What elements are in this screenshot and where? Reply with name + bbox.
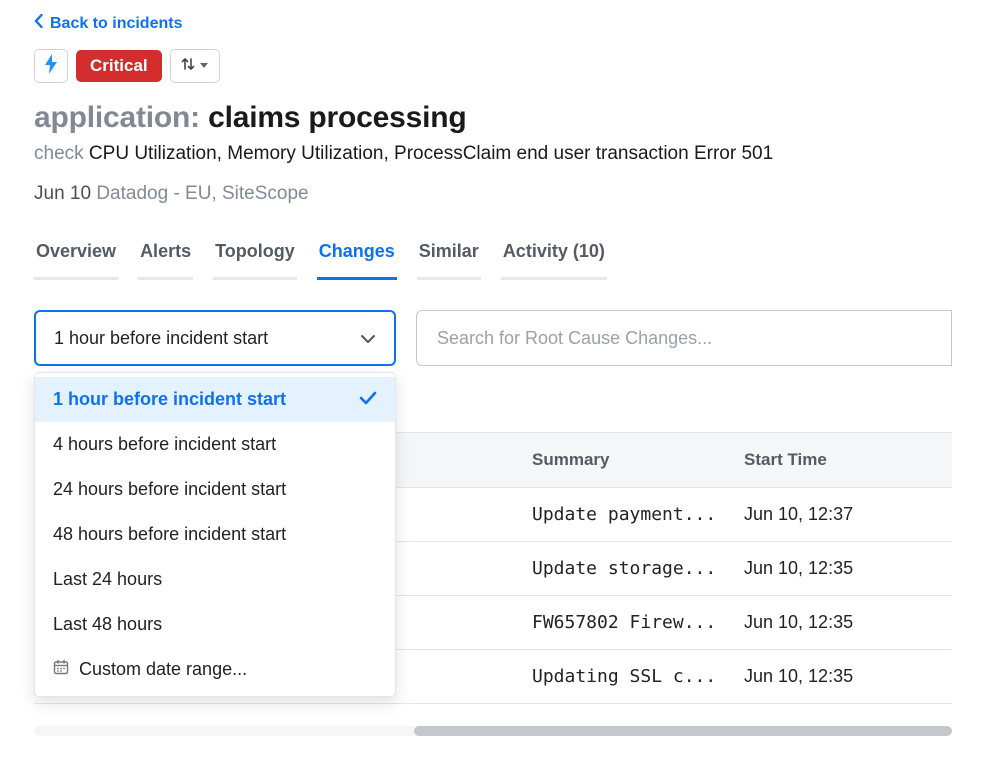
bolt-icon	[43, 54, 59, 79]
option-label: 48 hours before incident start	[53, 524, 286, 545]
sort-button[interactable]	[170, 49, 220, 83]
incident-type-button[interactable]	[34, 49, 68, 83]
tab-bar: Overview Alerts Topology Changes Similar…	[34, 233, 952, 280]
back-link-label: Back to incidents	[50, 15, 182, 33]
time-option-48h-before[interactable]: 48 hours before incident start	[35, 512, 395, 557]
check-icon	[359, 389, 377, 410]
option-label: 24 hours before incident start	[53, 479, 286, 500]
time-option-4h-before[interactable]: 4 hours before incident start	[35, 422, 395, 467]
caret-down-icon	[199, 57, 209, 75]
title-prefix: application:	[34, 101, 200, 134]
option-label: Last 48 hours	[53, 614, 162, 635]
time-option-24h-before[interactable]: 24 hours before incident start	[35, 467, 395, 512]
subtitle-prefix: check	[34, 143, 84, 164]
option-label: Last 24 hours	[53, 569, 162, 590]
back-to-incidents-link[interactable]: Back to incidents	[34, 10, 182, 43]
row-summary-cell: Updating SSL c...	[532, 666, 744, 687]
row-time-cell: Jun 10, 12:35	[744, 666, 952, 687]
sort-arrows-icon	[181, 57, 195, 76]
chevron-down-icon	[360, 328, 376, 349]
priority-badge: Critical	[76, 50, 162, 82]
incident-meta: Jun 10 Datadog - EU, SiteScope	[34, 183, 952, 205]
calendar-icon	[53, 659, 69, 680]
header-summary: Summary	[532, 450, 744, 470]
time-range-value: 1 hour before incident start	[54, 328, 268, 349]
row-summary-cell: Update storage...	[532, 558, 744, 579]
row-summary-cell: FW657802 Firew...	[532, 612, 744, 633]
row-time-cell: Jun 10, 12:37	[744, 504, 952, 525]
time-range-dropdown: 1 hour before incident start 4 hours bef…	[34, 372, 396, 697]
option-label: Custom date range...	[79, 659, 247, 680]
tab-alerts[interactable]: Alerts	[138, 233, 193, 280]
subtitle-text: CPU Utilization, Memory Utilization, Pro…	[89, 143, 773, 164]
meta-sources: Datadog - EU, SiteScope	[96, 183, 308, 204]
tab-similar[interactable]: Similar	[417, 233, 481, 280]
row-time-cell: Jun 10, 12:35	[744, 612, 952, 633]
tab-changes[interactable]: Changes	[317, 233, 397, 280]
time-range-select[interactable]: 1 hour before incident start	[34, 310, 396, 366]
row-summary-cell: Update payment...	[532, 504, 744, 525]
time-option-custom-range[interactable]: Custom date range...	[35, 647, 395, 692]
title-name: claims processing	[208, 101, 466, 134]
scrollbar-thumb[interactable]	[414, 726, 952, 736]
tab-topology[interactable]: Topology	[213, 233, 297, 280]
time-option-1h-before[interactable]: 1 hour before incident start	[35, 377, 395, 422]
time-option-last-48h[interactable]: Last 48 hours	[35, 602, 395, 647]
search-input-wrap[interactable]	[416, 310, 952, 366]
incident-subtitle: check CPU Utilization, Memory Utilizatio…	[34, 143, 952, 165]
tab-activity[interactable]: Activity (10)	[501, 233, 607, 280]
option-label: 4 hours before incident start	[53, 434, 276, 455]
horizontal-scrollbar[interactable]	[34, 726, 952, 736]
time-option-last-24h[interactable]: Last 24 hours	[35, 557, 395, 602]
option-label: 1 hour before incident start	[53, 389, 286, 410]
tab-overview[interactable]: Overview	[34, 233, 118, 280]
meta-date: Jun 10	[34, 183, 91, 204]
search-input[interactable]	[435, 327, 933, 350]
chevron-left-icon	[34, 14, 44, 33]
page-title: application: claims processing	[34, 101, 952, 135]
row-time-cell: Jun 10, 12:35	[744, 558, 952, 579]
header-start-time: Start Time	[744, 450, 952, 470]
